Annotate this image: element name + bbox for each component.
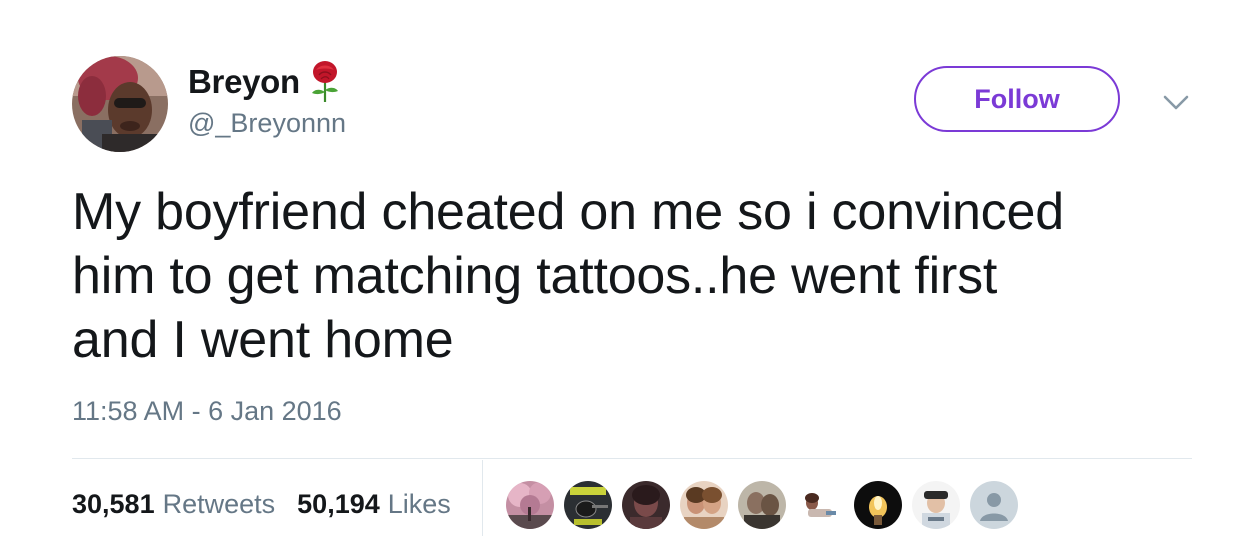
liker-avatar-candle[interactable] (854, 481, 902, 529)
retweets-label: Retweets (162, 488, 276, 519)
display-name-row: Breyon (188, 60, 342, 104)
liker-avatar-two-friends[interactable] (680, 481, 728, 529)
user-avatar[interactable] (72, 56, 168, 152)
stats-divider (482, 460, 483, 536)
display-name[interactable]: Breyon (188, 63, 300, 101)
liker-avatar-dark-selfie[interactable] (622, 481, 670, 529)
liker-avatar-cherry-blossom[interactable] (506, 481, 554, 529)
liker-avatar-cap-person[interactable] (912, 481, 960, 529)
tweet-timestamp[interactable]: 11:58 AM - 6 Jan 2016 (72, 396, 342, 427)
follow-button[interactable]: Follow (914, 66, 1120, 132)
tweet-text-line: him to get matching tattoos..he went fir… (72, 247, 998, 305)
chevron-down-icon[interactable] (1160, 88, 1192, 116)
tweet-text-line: and I went home (72, 311, 454, 369)
likes-label: Likes (387, 488, 451, 519)
liker-avatar-guitar-sign[interactable] (564, 481, 612, 529)
tweet-text-line: My boyfriend cheated on me so i convince… (72, 183, 1064, 241)
retweets-count: 30,581 (72, 488, 155, 519)
likes-stat[interactable]: 50,194 Likes (297, 489, 451, 520)
likers-avatars (506, 480, 1028, 530)
divider (72, 458, 1192, 459)
user-handle[interactable]: @_Breyonnn (188, 108, 346, 139)
likes-count: 50,194 (297, 488, 380, 519)
tweet-text: My boyfriend cheated on me so i convince… (72, 180, 1192, 372)
retweets-stat[interactable]: 30,581 Retweets (72, 489, 275, 520)
tweet-stats: 30,581 Retweets 50,194 Likes (72, 486, 473, 522)
tweet-card: Breyon @_Breyonnn Follow My boyfriend ch… (0, 0, 1260, 536)
rose-icon (308, 60, 342, 104)
liker-avatar-couple[interactable] (738, 481, 786, 529)
liker-avatar-cartoon-figure[interactable] (796, 481, 844, 529)
liker-avatar-default-profile[interactable] (970, 481, 1018, 529)
